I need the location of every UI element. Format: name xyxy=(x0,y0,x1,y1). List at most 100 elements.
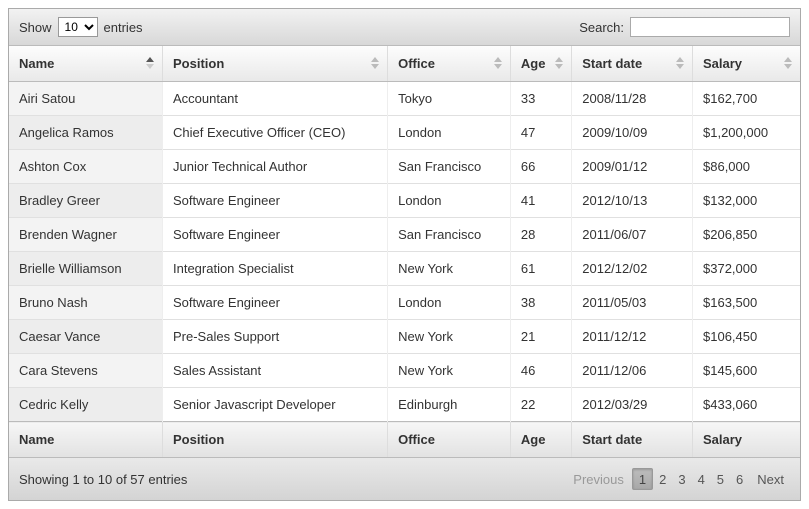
show-label: Show xyxy=(19,20,52,35)
page-3[interactable]: 3 xyxy=(672,468,691,490)
table-footer-bar: Showing 1 to 10 of 57 entries Previous 1… xyxy=(9,458,800,500)
table-body: Airi SatouAccountantTokyo332008/11/28$16… xyxy=(9,82,800,422)
cell-start-date: 2011/05/03 xyxy=(572,286,693,320)
cell-office: London xyxy=(388,116,511,150)
cell-office: New York xyxy=(388,320,511,354)
sort-icon xyxy=(494,57,502,71)
cell-name: Cedric Kelly xyxy=(9,388,162,422)
table-row: Cara StevensSales AssistantNew York46201… xyxy=(9,354,800,388)
cell-start-date: 2011/06/07 xyxy=(572,218,693,252)
column-footer-name: Name xyxy=(9,422,162,458)
cell-start-date: 2012/10/13 xyxy=(572,184,693,218)
table-row: Caesar VancePre-Sales SupportNew York212… xyxy=(9,320,800,354)
table-header-row: Name Position Office Age Start date xyxy=(9,46,800,82)
cell-age: 22 xyxy=(510,388,571,422)
cell-position: Senior Javascript Developer xyxy=(162,388,387,422)
cell-age: 38 xyxy=(510,286,571,320)
cell-salary: $433,060 xyxy=(693,388,801,422)
cell-salary: $132,000 xyxy=(693,184,801,218)
cell-age: 21 xyxy=(510,320,571,354)
cell-age: 47 xyxy=(510,116,571,150)
sort-icon xyxy=(784,57,792,71)
cell-name: Caesar Vance xyxy=(9,320,162,354)
cell-salary: $163,500 xyxy=(693,286,801,320)
column-header-age[interactable]: Age xyxy=(510,46,571,82)
cell-position: Junior Technical Author xyxy=(162,150,387,184)
table-row: Airi SatouAccountantTokyo332008/11/28$16… xyxy=(9,82,800,116)
search-control: Search: xyxy=(579,17,790,37)
column-footer-start-date: Start date xyxy=(572,422,693,458)
length-select[interactable]: 10 xyxy=(58,17,98,37)
cell-position: Accountant xyxy=(162,82,387,116)
page-next[interactable]: Next xyxy=(751,468,790,490)
cell-salary: $106,450 xyxy=(693,320,801,354)
cell-age: 41 xyxy=(510,184,571,218)
column-header-salary[interactable]: Salary xyxy=(693,46,801,82)
cell-office: London xyxy=(388,184,511,218)
cell-position: Pre-Sales Support xyxy=(162,320,387,354)
cell-position: Software Engineer xyxy=(162,218,387,252)
cell-age: 66 xyxy=(510,150,571,184)
table-row: Bradley GreerSoftware EngineerLondon4120… xyxy=(9,184,800,218)
cell-position: Software Engineer xyxy=(162,286,387,320)
table-row: Cedric KellySenior Javascript DeveloperE… xyxy=(9,388,800,422)
page-6[interactable]: 6 xyxy=(730,468,749,490)
cell-office: London xyxy=(388,286,511,320)
sort-icon xyxy=(555,57,563,71)
cell-office: New York xyxy=(388,354,511,388)
pagination: Previous 123456 Next xyxy=(567,468,790,490)
cell-start-date: 2012/12/02 xyxy=(572,252,693,286)
table-row: Brenden WagnerSoftware EngineerSan Franc… xyxy=(9,218,800,252)
page-previous[interactable]: Previous xyxy=(567,468,630,490)
column-footer-salary: Salary xyxy=(693,422,801,458)
cell-age: 28 xyxy=(510,218,571,252)
cell-office: New York xyxy=(388,252,511,286)
page-5[interactable]: 5 xyxy=(711,468,730,490)
sort-icon xyxy=(371,57,379,71)
cell-age: 33 xyxy=(510,82,571,116)
page-4[interactable]: 4 xyxy=(692,468,711,490)
cell-name: Brenden Wagner xyxy=(9,218,162,252)
page-1[interactable]: 1 xyxy=(632,468,653,490)
table-footer-row: Name Position Office Age Start date Sala… xyxy=(9,422,800,458)
search-label: Search: xyxy=(579,20,624,35)
column-label: Salary xyxy=(703,56,742,71)
length-control: Show 10 entries xyxy=(19,17,143,37)
cell-position: Software Engineer xyxy=(162,184,387,218)
column-label: Start date xyxy=(582,56,642,71)
cell-age: 61 xyxy=(510,252,571,286)
cell-office: San Francisco xyxy=(388,218,511,252)
column-footer-office: Office xyxy=(388,422,511,458)
cell-name: Airi Satou xyxy=(9,82,162,116)
table-row: Brielle WilliamsonIntegration Specialist… xyxy=(9,252,800,286)
cell-name: Bruno Nash xyxy=(9,286,162,320)
column-header-name[interactable]: Name xyxy=(9,46,162,82)
column-header-position[interactable]: Position xyxy=(162,46,387,82)
cell-start-date: 2011/12/12 xyxy=(572,320,693,354)
cell-name: Cara Stevens xyxy=(9,354,162,388)
table-row: Bruno NashSoftware EngineerLondon382011/… xyxy=(9,286,800,320)
cell-salary: $145,600 xyxy=(693,354,801,388)
search-input[interactable] xyxy=(630,17,790,37)
column-footer-age: Age xyxy=(510,422,571,458)
column-header-office[interactable]: Office xyxy=(388,46,511,82)
cell-start-date: 2011/12/06 xyxy=(572,354,693,388)
table-row: Angelica RamosChief Executive Officer (C… xyxy=(9,116,800,150)
column-label: Office xyxy=(398,56,435,71)
cell-position: Integration Specialist xyxy=(162,252,387,286)
cell-start-date: 2012/03/29 xyxy=(572,388,693,422)
cell-name: Ashton Cox xyxy=(9,150,162,184)
entries-label: entries xyxy=(104,20,143,35)
table-info: Showing 1 to 10 of 57 entries xyxy=(19,472,187,487)
column-label: Age xyxy=(521,56,546,71)
cell-salary: $206,850 xyxy=(693,218,801,252)
cell-office: Edinburgh xyxy=(388,388,511,422)
column-header-start-date[interactable]: Start date xyxy=(572,46,693,82)
cell-start-date: 2009/10/09 xyxy=(572,116,693,150)
cell-age: 46 xyxy=(510,354,571,388)
table-row: Ashton CoxJunior Technical AuthorSan Fra… xyxy=(9,150,800,184)
column-label: Name xyxy=(19,56,54,71)
cell-salary: $162,700 xyxy=(693,82,801,116)
cell-office: Tokyo xyxy=(388,82,511,116)
page-2[interactable]: 2 xyxy=(653,468,672,490)
